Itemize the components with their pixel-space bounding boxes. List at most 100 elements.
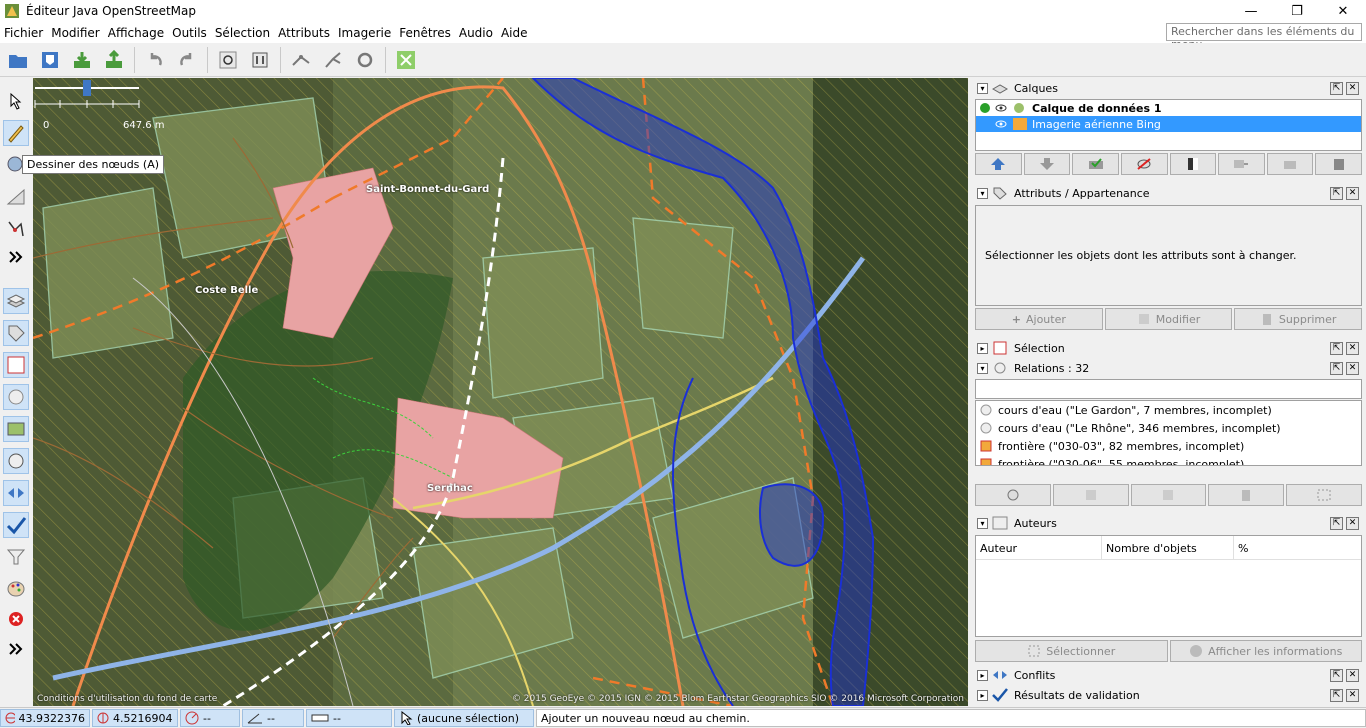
menu-fichier[interactable]: Fichier: [0, 26, 47, 40]
expand-icon[interactable]: ▸: [977, 689, 988, 701]
detach-icon[interactable]: ⇱: [1330, 688, 1343, 702]
draw-nodes-mode-button[interactable]: [3, 120, 29, 146]
split-way-button[interactable]: [287, 46, 315, 74]
filter-button[interactable]: [3, 544, 29, 570]
toggle-visibility-button[interactable]: [1120, 153, 1168, 175]
zoom-fit-button[interactable]: [392, 46, 420, 74]
map-terms-link[interactable]: Conditions d'utilisation du fond de cart…: [37, 694, 217, 704]
conflicts-dialog-title[interactable]: ▸ Conflits ⇱ ✕: [973, 665, 1363, 685]
relations-dialog-title[interactable]: ▾ Relations : 32 ⇱ ✕: [973, 358, 1363, 378]
relations-filter-input[interactable]: [975, 379, 1362, 399]
close-icon[interactable]: ✕: [1346, 688, 1359, 702]
detach-icon[interactable]: ⇱: [1330, 668, 1343, 682]
toggle-relations-button[interactable]: [3, 384, 29, 410]
column-header-author[interactable]: Auteur: [976, 536, 1102, 559]
more-toggles-button[interactable]: [3, 636, 29, 662]
merge-layer-button[interactable]: [1218, 153, 1265, 175]
redo-button[interactable]: [173, 46, 201, 74]
column-header-count[interactable]: Nombre d'objets: [1102, 536, 1234, 559]
open-file-button[interactable]: [4, 46, 32, 74]
detach-icon[interactable]: ⇱: [1330, 186, 1343, 200]
delete-mode-button[interactable]: [3, 184, 29, 210]
delete-layer-button[interactable]: [1315, 153, 1362, 175]
close-icon[interactable]: ✕: [1346, 81, 1359, 95]
move-down-button[interactable]: [1023, 153, 1071, 175]
improve-way-button[interactable]: [3, 216, 29, 242]
collapse-icon[interactable]: ▾: [977, 362, 988, 374]
menu-modifier[interactable]: Modifier: [47, 26, 104, 40]
undo-button[interactable]: [141, 46, 169, 74]
map-view[interactable]: 0 647.6 m Saint-Bonnet-du-Gard Coste Bel…: [33, 78, 968, 706]
preferences-button[interactable]: [246, 46, 274, 74]
menu-affichage[interactable]: Affichage: [104, 26, 168, 40]
layer-row-data[interactable]: Calque de données 1: [976, 100, 1361, 116]
menu-fenetres[interactable]: Fenêtres: [395, 26, 455, 40]
eye-icon[interactable]: [994, 118, 1008, 130]
collapse-icon[interactable]: ▾: [977, 187, 988, 199]
menu-audio[interactable]: Audio: [455, 26, 497, 40]
edit-relation-button[interactable]: [1052, 484, 1129, 506]
close-icon[interactable]: ✕: [1346, 361, 1359, 375]
select-relation-button[interactable]: [1286, 484, 1362, 506]
layer-row-imagery[interactable]: Imagerie aérienne Bing: [976, 116, 1361, 132]
detach-icon[interactable]: ⇱: [1330, 361, 1343, 375]
close-button[interactable]: ✕: [1320, 0, 1366, 22]
download-button[interactable]: [68, 46, 96, 74]
toggle-conflicts-button[interactable]: [3, 480, 29, 506]
select-author-button[interactable]: Sélectionner: [975, 640, 1168, 662]
menu-outils[interactable]: Outils: [168, 26, 211, 40]
close-icon[interactable]: ✕: [1346, 341, 1359, 355]
duplicate-layer-button[interactable]: [1266, 153, 1314, 175]
eye-icon[interactable]: [994, 102, 1008, 114]
zoom-to-button[interactable]: [214, 46, 242, 74]
detach-icon[interactable]: ⇱: [1330, 516, 1343, 530]
more-modes-button[interactable]: [3, 244, 29, 270]
relation-row[interactable]: frontière ("030-03", 82 membres, incompl…: [976, 437, 1361, 455]
combine-way-button[interactable]: [319, 46, 347, 74]
toggle-layers-button[interactable]: [3, 288, 29, 314]
collapse-icon[interactable]: ▾: [977, 517, 988, 529]
save-button[interactable]: [36, 46, 64, 74]
expand-icon[interactable]: ▸: [977, 669, 988, 681]
toggle-history-button[interactable]: [3, 448, 29, 474]
map-canvas[interactable]: [33, 78, 968, 706]
toggle-selection-button[interactable]: [3, 352, 29, 378]
relation-row[interactable]: cours d'eau ("Le Rhône", 346 membres, in…: [976, 419, 1361, 437]
toggle-validation-button[interactable]: [3, 512, 29, 538]
detach-icon[interactable]: ⇱: [1330, 81, 1343, 95]
toggle-tags-button[interactable]: [3, 320, 29, 346]
toggle-commands-button[interactable]: [3, 416, 29, 442]
new-relation-button[interactable]: [975, 484, 1051, 506]
close-icon[interactable]: ✕: [1346, 516, 1359, 530]
close-icon[interactable]: ✕: [1346, 186, 1359, 200]
detach-icon[interactable]: ⇱: [1330, 341, 1343, 355]
minimize-button[interactable]: —: [1228, 0, 1274, 22]
upload-button[interactable]: [100, 46, 128, 74]
menu-search-input[interactable]: Rechercher dans les éléments du menu: [1166, 23, 1362, 51]
validation-dialog-title[interactable]: ▸ Résultats de validation ⇱ ✕: [973, 685, 1363, 705]
show-info-button[interactable]: Afficher les informations: [1169, 640, 1362, 662]
relation-row[interactable]: frontière ("030-06", 55 membres, incompl…: [976, 455, 1361, 465]
opacity-button[interactable]: [1169, 153, 1217, 175]
collapse-icon[interactable]: ▾: [977, 82, 988, 94]
menu-selection[interactable]: Sélection: [211, 26, 274, 40]
activate-layer-button[interactable]: [1072, 153, 1119, 175]
move-up-button[interactable]: [975, 153, 1022, 175]
layers-dialog-title[interactable]: ▾ Calques ⇱ ✕: [973, 78, 1363, 98]
maximize-button[interactable]: ❐: [1274, 0, 1320, 22]
selection-dialog-title[interactable]: ▸ Sélection ⇱ ✕: [973, 338, 1363, 358]
edit-tag-button[interactable]: Modifier: [1104, 308, 1233, 330]
map-paint-styles-button[interactable]: [3, 576, 29, 602]
relation-row[interactable]: cours d'eau ("Le Gardon", 7 membres, inc…: [976, 401, 1361, 419]
authors-dialog-title[interactable]: ▾ Auteurs ⇱ ✕: [973, 513, 1363, 533]
select-mode-button[interactable]: [3, 88, 29, 114]
menu-aide[interactable]: Aide: [497, 26, 532, 40]
close-icon[interactable]: ✕: [1346, 668, 1359, 682]
expand-icon[interactable]: ▸: [977, 342, 988, 354]
delete-tag-button[interactable]: Supprimer: [1234, 308, 1363, 330]
notes-button[interactable]: [3, 608, 29, 634]
add-tag-button[interactable]: + Ajouter: [975, 308, 1103, 330]
menu-attributs[interactable]: Attributs: [274, 26, 334, 40]
delete-relation-button[interactable]: [1208, 484, 1285, 506]
menu-imagerie[interactable]: Imagerie: [334, 26, 395, 40]
